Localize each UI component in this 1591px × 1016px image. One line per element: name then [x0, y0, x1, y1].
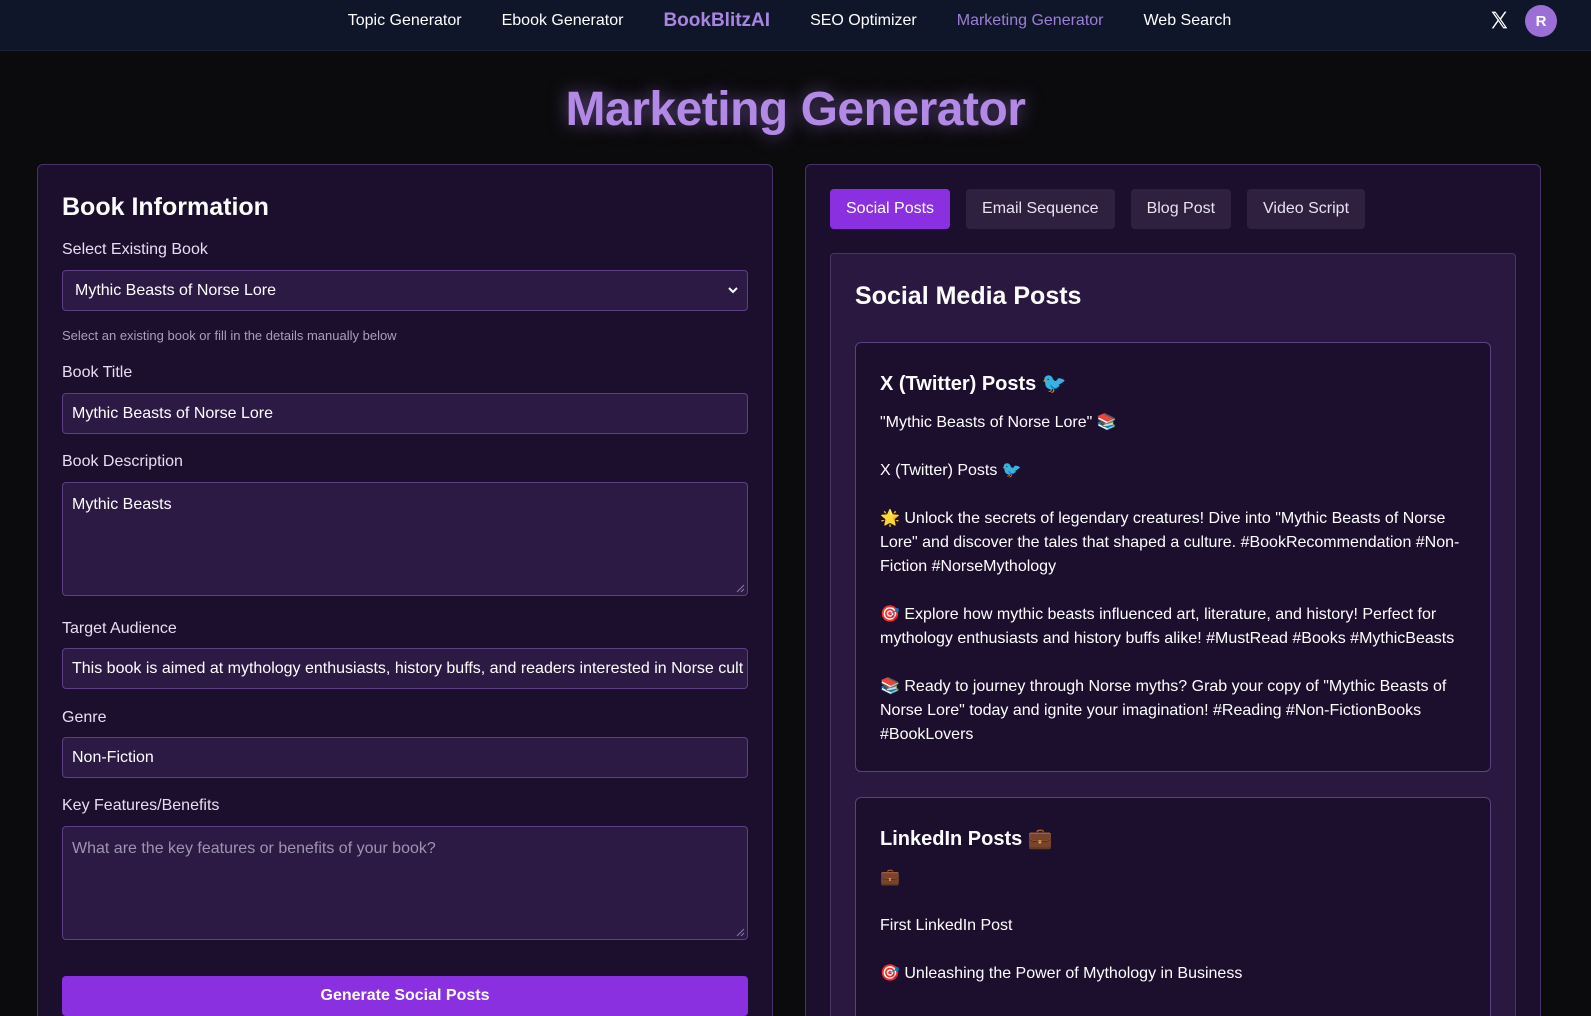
- nav-links: Topic Generator Ebook Generator BookBlit…: [0, 0, 1591, 42]
- top-navbar: Topic Generator Ebook Generator BookBlit…: [0, 0, 1591, 51]
- book-description-value: Mythic Beasts: [72, 496, 172, 513]
- twitter-posts-card: X (Twitter) Posts 🐦 "Mythic Beasts of No…: [855, 342, 1491, 772]
- x-logo-icon[interactable]: [1489, 10, 1509, 30]
- chevron-down-icon: [728, 287, 738, 294]
- marketing-output-panel: Social Posts Email Sequence Blog Post Vi…: [805, 164, 1541, 1016]
- tab-video-script[interactable]: Video Script: [1247, 189, 1366, 229]
- linkedin-posts-title: LinkedIn Posts 💼: [880, 828, 1053, 850]
- nav-marketing-generator[interactable]: Marketing Generator: [957, 12, 1104, 30]
- resize-handle-icon[interactable]: [736, 928, 745, 937]
- key-features-label: Key Features/Benefits: [62, 797, 220, 814]
- post-paragraph: 📚 Ready to journey through Norse myths? …: [880, 678, 1447, 743]
- post-paragraph: X (Twitter) Posts 🐦: [880, 462, 1022, 479]
- genre-input[interactable]: Non-Fiction: [62, 737, 748, 778]
- nav-topic-generator[interactable]: Topic Generator: [348, 12, 462, 30]
- target-audience-label: Target Audience: [62, 620, 177, 637]
- nav-ebook-generator[interactable]: Ebook Generator: [502, 12, 624, 30]
- nav-seo-optimizer[interactable]: SEO Optimizer: [810, 12, 917, 30]
- content-tabs: Social Posts Email Sequence Blog Post Vi…: [830, 189, 1366, 229]
- twitter-posts-body: "Mythic Beasts of Norse Lore" 📚 X (Twitt…: [880, 411, 1470, 771]
- post-paragraph: "Mythic Beasts of Norse Lore" 📚: [880, 414, 1117, 431]
- user-avatar[interactable]: R: [1525, 5, 1557, 37]
- nav-web-search[interactable]: Web Search: [1143, 12, 1231, 30]
- post-paragraph: 💼: [880, 869, 900, 886]
- book-information-title: Book Information: [62, 193, 269, 221]
- post-paragraph: First LinkedIn Post: [880, 917, 1013, 934]
- linkedin-posts-card: LinkedIn Posts 💼 💼 First LinkedIn Post 🎯…: [855, 797, 1491, 1016]
- key-features-placeholder: What are the key features or benefits of…: [72, 840, 436, 857]
- select-book-hint: Select an existing book or fill in the d…: [62, 328, 397, 343]
- tab-blog-post[interactable]: Blog Post: [1130, 189, 1232, 229]
- post-paragraph: 🌟 Unlock the secrets of legendary creatu…: [880, 510, 1460, 575]
- twitter-posts-title: X (Twitter) Posts 🐦: [880, 373, 1067, 395]
- tab-email-sequence[interactable]: Email Sequence: [966, 189, 1115, 229]
- post-paragraph: 🎯 Unleashing the Power of Mythology in B…: [880, 965, 1243, 982]
- genre-label: Genre: [62, 709, 107, 726]
- select-book-dropdown[interactable]: Mythic Beasts of Norse Lore: [62, 270, 748, 311]
- tab-social-posts[interactable]: Social Posts: [830, 189, 951, 229]
- brand-logo[interactable]: BookBlitzAI: [663, 10, 770, 32]
- page-title: Marketing Generator: [565, 83, 1026, 136]
- book-description-textarea[interactable]: Mythic Beasts: [62, 482, 748, 596]
- target-audience-input[interactable]: This book is aimed at mythology enthusia…: [62, 648, 748, 689]
- select-book-value: Mythic Beasts of Norse Lore: [75, 282, 276, 299]
- generate-social-posts-button[interactable]: Generate Social Posts: [62, 976, 748, 1016]
- post-paragraph: 🎯 Explore how mythic beasts influenced a…: [880, 606, 1455, 647]
- book-title-label: Book Title: [62, 364, 133, 381]
- select-book-label: Select Existing Book: [62, 241, 208, 258]
- social-media-posts-panel: Social Media Posts X (Twitter) Posts 🐦 "…: [830, 253, 1516, 1016]
- social-media-posts-title: Social Media Posts: [855, 282, 1082, 310]
- book-title-input[interactable]: Mythic Beasts of Norse Lore: [62, 393, 748, 434]
- linkedin-posts-body: 💼 First LinkedIn Post 🎯 Unleashing the P…: [880, 866, 1470, 1010]
- book-description-label: Book Description: [62, 453, 183, 470]
- book-information-panel: Book Information Select Existing Book My…: [37, 164, 773, 1016]
- key-features-textarea[interactable]: What are the key features or benefits of…: [62, 826, 748, 940]
- resize-handle-icon[interactable]: [736, 584, 745, 593]
